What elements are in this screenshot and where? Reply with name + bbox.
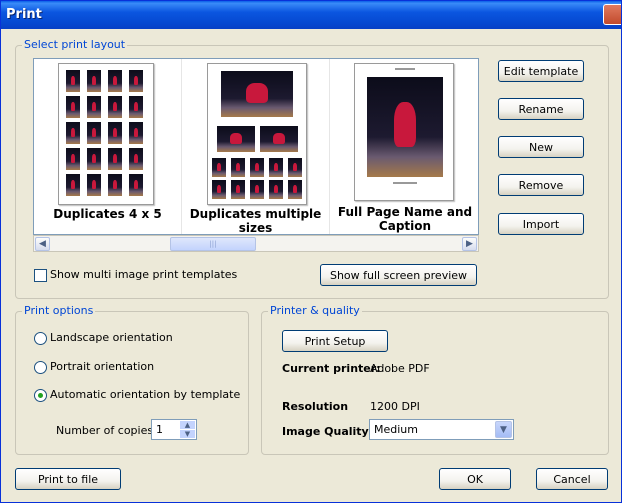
photo-thumbnail [108,122,122,144]
photo-thumbnail [87,70,101,92]
title-bar[interactable]: Print [1,1,621,29]
photo-thumbnail [288,180,302,199]
photo-thumbnail [288,158,302,177]
template-preview-page [354,63,454,201]
new-button[interactable]: New [498,136,584,158]
portrait-orientation-label: Portrait orientation [50,360,155,373]
copies-value: 1 [156,423,163,436]
photo-large [221,71,293,117]
scroll-left-arrow-icon[interactable]: ◀ [35,237,50,251]
show-multi-image-label: Show multi image print templates [50,268,238,281]
number-of-copies-label: Number of copies [56,424,154,437]
photo-thumbnail [129,174,143,196]
photo-thumbnail [108,70,122,92]
template-duplicates-multiple-sizes[interactable]: Duplicates multiple sizes [182,59,330,235]
photo-thumbnail [108,148,122,170]
template-horizontal-scrollbar[interactable]: ◀ ||| ▶ [33,235,479,252]
caption-line [395,68,415,70]
image-quality-value: Medium [374,423,418,436]
photo-full-page [367,77,443,177]
scrollbar-thumb[interactable]: ||| [170,237,256,251]
scroll-right-arrow-icon[interactable]: ▶ [462,237,477,251]
spin-up-icon[interactable]: ▲ [180,421,195,429]
template-label: Duplicates multiple sizes [189,207,322,235]
group-label-layout: Select print layout [22,38,128,51]
photo-thumbnail [108,174,122,196]
photo-thumbnail [231,180,245,199]
landscape-orientation-radio[interactable] [34,332,47,345]
photo-thumbnail [129,148,143,170]
photo-thumbnail [108,96,122,118]
landscape-orientation-label: Landscape orientation [50,331,173,344]
photo-thumbnail [87,174,101,196]
current-printer-value: Adobe PDF [370,362,430,375]
group-label-print-options: Print options [22,304,96,317]
image-quality-select[interactable]: Medium ▼ [369,419,514,440]
import-button[interactable]: Import [498,213,584,235]
print-dialog: Print Select print layout Duplicates 4 x… [0,0,622,503]
photo-thumbnail [250,158,264,177]
print-setup-button[interactable]: Print Setup [282,330,388,352]
template-thumbnail-list[interactable]: Duplicates 4 x 5 Duplicates multiple siz… [33,58,479,235]
portrait-orientation-radio[interactable] [34,361,47,374]
template-full-page-name-caption[interactable]: Full Page Name and Caption [330,59,478,234]
photo-thumbnail [66,96,80,118]
photo-thumbnail [231,158,245,177]
photo-thumbnail [66,148,80,170]
photo-thumbnail [66,70,80,92]
photo-thumbnail [129,122,143,144]
automatic-orientation-radio[interactable] [34,389,47,402]
edit-template-button[interactable]: Edit template [498,60,584,82]
chevron-down-icon[interactable]: ▼ [495,421,512,438]
print-to-file-button[interactable]: Print to file [15,468,121,490]
photo-thumbnail [129,96,143,118]
show-full-screen-preview-button[interactable]: Show full screen preview [320,264,477,286]
template-duplicates-4x5[interactable]: Duplicates 4 x 5 [34,59,182,234]
spin-down-icon[interactable]: ▼ [180,430,195,438]
automatic-orientation-label: Automatic orientation by template [50,388,241,401]
resolution-value: 1200 DPI [370,400,420,413]
photo-thumbnail [269,158,283,177]
window-title: Print [6,7,42,22]
photo-thumbnail [250,180,264,199]
group-label-printer-quality: Printer & quality [268,304,362,317]
photo-thumbnail [66,122,80,144]
rename-button[interactable]: Rename [498,98,584,120]
template-label: Duplicates 4 x 5 [53,207,162,221]
ok-button[interactable]: OK [439,468,511,490]
photo-medium [217,126,255,152]
show-multi-image-checkbox[interactable] [34,269,47,282]
photo-thumbnail [212,180,226,199]
photo-thumbnail [269,180,283,199]
current-printer-label: Current printer: [282,362,381,375]
image-quality-label: Image Quality: [282,425,374,438]
photo-thumbnail [66,174,80,196]
template-preview-page [58,63,154,205]
number-of-copies-stepper[interactable]: 1 ▲ ▼ [151,419,197,440]
photo-thumbnail [87,148,101,170]
photo-medium [260,126,298,152]
close-button[interactable] [603,4,621,25]
photo-thumbnail [87,122,101,144]
remove-button[interactable]: Remove [498,174,584,196]
resolution-label: Resolution [282,400,349,413]
template-label: Full Page Name and Caption [337,205,473,233]
photo-thumbnail [129,70,143,92]
photo-thumbnail [87,96,101,118]
photo-thumbnail [212,158,226,177]
template-preview-page [207,63,307,205]
caption-line [393,182,417,184]
cancel-button[interactable]: Cancel [536,468,608,490]
